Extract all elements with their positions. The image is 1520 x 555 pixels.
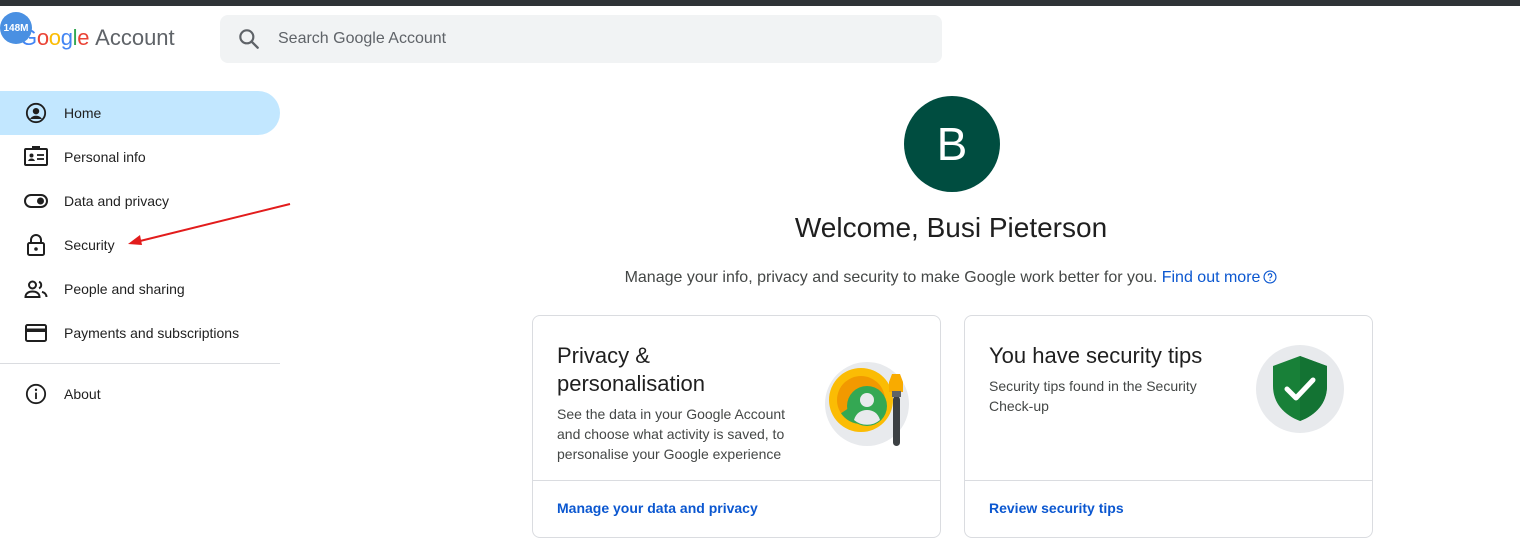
memory-badge: 148M xyxy=(0,12,32,44)
card-title: Privacy & personalisation xyxy=(557,342,705,398)
sidebar-item-label: People and sharing xyxy=(64,281,185,297)
privacy-illustration-icon xyxy=(825,362,909,446)
sidebar-divider xyxy=(0,363,280,364)
info-icon xyxy=(24,382,48,406)
find-out-more-link[interactable]: Find out more xyxy=(1162,269,1278,286)
privacy-card[interactable]: Privacy & personalisation See the data i… xyxy=(532,315,941,538)
browser-top-bar xyxy=(0,0,1520,6)
security-tips-card[interactable]: You have security tips Security tips fou… xyxy=(964,315,1373,538)
card-divider xyxy=(533,480,940,481)
logo-letter: e xyxy=(77,25,90,50)
credit-card-icon xyxy=(24,321,48,345)
logo-letter: o xyxy=(48,25,61,50)
search-bar[interactable] xyxy=(220,15,942,63)
card-title-line: personalisation xyxy=(557,371,705,396)
card-description: Security tips found in the Security Chec… xyxy=(989,376,1197,416)
logo-letter: g xyxy=(60,25,73,50)
welcome-subtitle: Manage your info, privacy and security t… xyxy=(500,269,1402,287)
sidebar-item-label: Payments and subscriptions xyxy=(64,325,240,341)
card-desc-line: Security tips found in the Security xyxy=(989,378,1197,394)
card-title-line: Privacy & xyxy=(557,343,650,368)
sidebar-item-home[interactable]: Home xyxy=(0,91,280,135)
sidebar-item-about[interactable]: About xyxy=(0,372,280,416)
sidebar-item-personal-info[interactable]: Personal info xyxy=(0,135,280,179)
card-desc-line: and choose what activity is saved, to xyxy=(557,426,785,442)
card-desc-line: Check-up xyxy=(989,398,1049,414)
id-card-icon xyxy=(24,145,48,169)
sidebar-item-payments-and-subscriptions[interactable]: Payments and subscriptions xyxy=(0,311,280,355)
card-desc-line: personalise your Google experience xyxy=(557,446,782,462)
avatar[interactable]: B xyxy=(904,96,1000,192)
people-icon xyxy=(24,277,48,301)
card-description: See the data in your Google Account and … xyxy=(557,404,785,464)
logo-letter: o xyxy=(36,25,49,50)
account-circle-icon xyxy=(24,101,48,125)
card-title: You have security tips xyxy=(989,343,1203,368)
sidebar-item-label: Home xyxy=(64,105,102,121)
lock-icon xyxy=(24,233,48,257)
toggle-icon xyxy=(24,189,48,213)
sidebar-item-label: Security xyxy=(64,237,115,253)
card-desc-line: See the data in your Google Account xyxy=(557,406,786,422)
sidebar-item-label: Personal info xyxy=(64,149,146,165)
manage-data-privacy-link[interactable]: Manage your data and privacy xyxy=(557,500,758,516)
search-icon[interactable] xyxy=(236,26,262,52)
subtitle-text: Manage your info, privacy and security t… xyxy=(624,269,1158,286)
welcome-heading: Welcome, Busi Pieterson xyxy=(794,212,1108,243)
search-input[interactable] xyxy=(276,29,880,49)
google-account-logo[interactable]: Google Account xyxy=(20,25,175,55)
sidebar-item-label: About xyxy=(64,386,101,402)
logo-account-text: Account xyxy=(95,25,175,50)
find-out-more-label: Find out more xyxy=(1161,269,1261,286)
help-icon xyxy=(1263,270,1277,284)
review-security-tips-link[interactable]: Review security tips xyxy=(989,500,1124,516)
sidebar-item-people-and-sharing[interactable]: People and sharing xyxy=(0,267,280,311)
card-divider xyxy=(965,480,1372,481)
shield-check-icon xyxy=(1256,345,1344,433)
annotation-arrow xyxy=(128,203,291,245)
